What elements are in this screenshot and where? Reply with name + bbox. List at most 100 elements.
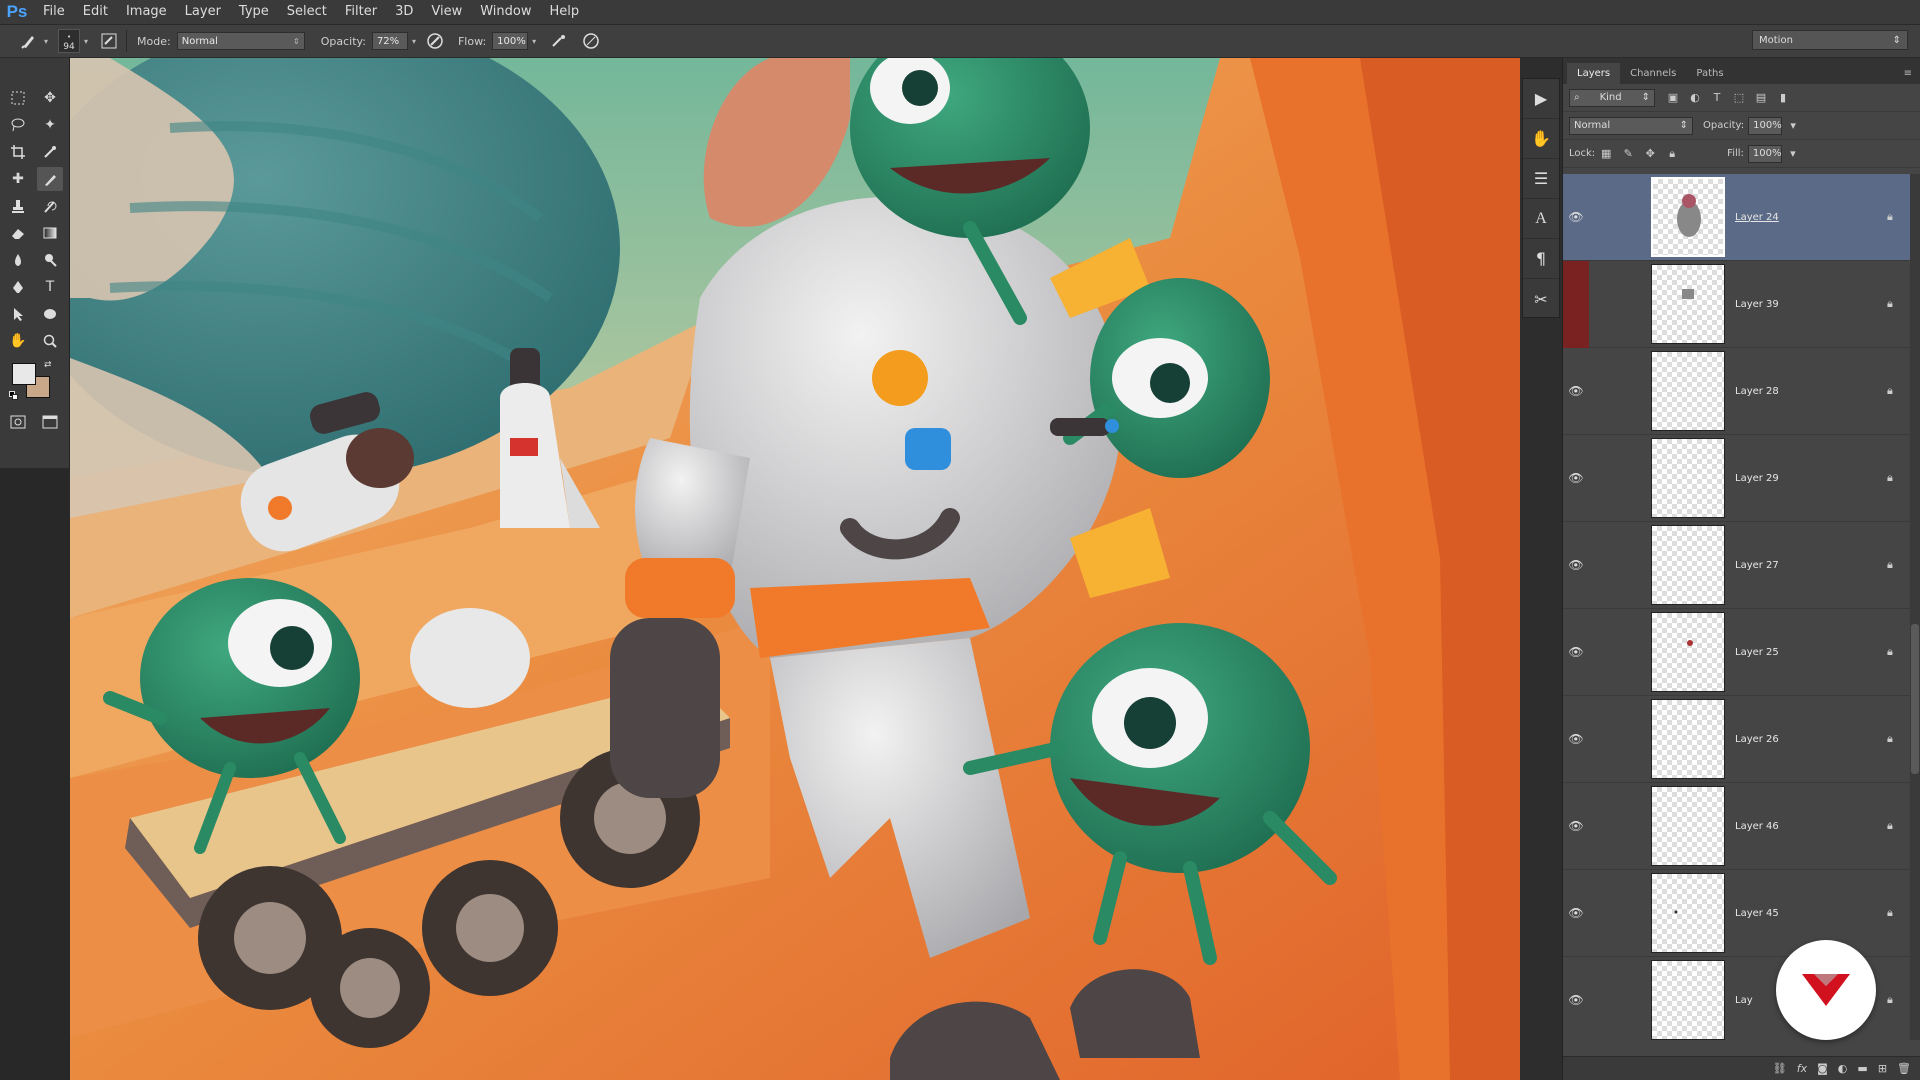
visibility-eye-icon[interactable]: 👁︎ bbox=[1563, 870, 1589, 957]
play-actions-icon[interactable]: ▶ bbox=[1523, 79, 1559, 119]
layer-name[interactable]: Layer 39 bbox=[1735, 299, 1887, 310]
visibility-eye-icon[interactable]: 👁︎ bbox=[1563, 348, 1589, 435]
brush-panel-toggle-icon[interactable] bbox=[98, 30, 120, 52]
layer-row[interactable]: 👁︎ Layer 26 🔒︎ bbox=[1563, 696, 1920, 783]
magic-wand-icon[interactable]: ✦ bbox=[37, 113, 63, 137]
eraser-icon[interactable] bbox=[5, 221, 31, 245]
preset-dropdown-icon[interactable]: ▾ bbox=[44, 37, 48, 46]
layer-name[interactable]: Layer 27 bbox=[1735, 560, 1887, 571]
blend-mode-select[interactable]: Normal ⇕ bbox=[1569, 116, 1693, 135]
layer-row[interactable]: 👁︎ Layer 28 🔒︎ bbox=[1563, 348, 1920, 435]
menu-window[interactable]: Window bbox=[471, 0, 540, 24]
swap-colors-icon[interactable]: ⇄ bbox=[44, 360, 52, 370]
pen-tool-icon[interactable] bbox=[5, 275, 31, 299]
workspace-switcher[interactable]: Motion ⇕ bbox=[1752, 30, 1908, 50]
adjustment-layer-icon[interactable]: ◐ bbox=[1838, 1062, 1848, 1075]
visibility-eye-icon[interactable]: 👁︎ bbox=[1563, 783, 1589, 870]
filter-adjustment-icon[interactable]: ◐ bbox=[1687, 90, 1703, 106]
clone-stamp-icon[interactable] bbox=[5, 194, 31, 218]
menu-type[interactable]: Type bbox=[230, 0, 278, 24]
chevron-down-icon[interactable]: ▾ bbox=[1785, 146, 1801, 162]
menu-view[interactable]: View bbox=[422, 0, 471, 24]
new-layer-icon[interactable]: ⊞ bbox=[1878, 1062, 1887, 1075]
layer-name[interactable]: Layer 28 bbox=[1735, 386, 1887, 397]
foreground-color-swatch[interactable] bbox=[12, 363, 36, 385]
zoom-tool-icon[interactable] bbox=[37, 329, 63, 353]
opacity-dropdown-icon[interactable]: ▾ bbox=[412, 37, 416, 46]
menu-layer[interactable]: Layer bbox=[176, 0, 230, 24]
layer-name[interactable]: Layer 24 bbox=[1735, 212, 1887, 223]
menu-help[interactable]: Help bbox=[541, 0, 589, 24]
visibility-eye-icon[interactable]: 👁︎ bbox=[1563, 174, 1589, 261]
visibility-eye-icon[interactable]: 👁︎ bbox=[1563, 957, 1589, 1041]
path-selection-icon[interactable] bbox=[5, 302, 31, 326]
filter-type-icon[interactable]: T bbox=[1709, 90, 1725, 106]
tab-channels[interactable]: Channels bbox=[1620, 63, 1686, 84]
layer-row[interactable]: 👁︎ Layer 46 🔒︎ bbox=[1563, 783, 1920, 870]
menu-file[interactable]: File bbox=[34, 0, 74, 24]
filter-smart-object-icon[interactable]: ▤ bbox=[1753, 90, 1769, 106]
blur-tool-icon[interactable] bbox=[5, 248, 31, 272]
character-panel-icon[interactable]: A bbox=[1523, 199, 1559, 239]
layer-name[interactable]: Layer 46 bbox=[1735, 821, 1887, 832]
layer-filter-select[interactable]: ⌕ Kind ⇕ bbox=[1569, 88, 1655, 107]
history-brush-icon[interactable] bbox=[37, 194, 63, 218]
menu-image[interactable]: Image bbox=[117, 0, 176, 24]
flow-field[interactable]: 100% bbox=[492, 32, 529, 50]
brush-size-picker[interactable]: • 94 bbox=[58, 29, 81, 53]
marquee-tool-icon[interactable] bbox=[5, 86, 31, 110]
layer-row[interactable]: 👁︎ Layer 27 🔒︎ bbox=[1563, 522, 1920, 609]
brush-tool-icon[interactable] bbox=[37, 167, 63, 191]
new-group-icon[interactable]: ▬ bbox=[1857, 1062, 1867, 1075]
eyedropper-icon[interactable] bbox=[37, 140, 63, 164]
layer-name[interactable]: Layer 25 bbox=[1735, 647, 1887, 658]
opacity-field[interactable]: 72% bbox=[371, 32, 408, 50]
hand-tool-icon[interactable]: ✋ bbox=[5, 329, 31, 353]
filter-pixel-icon[interactable]: ▣ bbox=[1665, 90, 1681, 106]
menu-filter[interactable]: Filter bbox=[336, 0, 386, 24]
add-mask-icon[interactable]: ◙ bbox=[1817, 1062, 1828, 1075]
dodge-tool-icon[interactable] bbox=[37, 248, 63, 272]
tool-presets-icon[interactable]: ✋ bbox=[1523, 119, 1559, 159]
pressure-size-icon[interactable] bbox=[580, 30, 602, 52]
default-colors-icon[interactable] bbox=[9, 391, 19, 401]
gradient-tool-icon[interactable] bbox=[37, 221, 63, 245]
screen-mode-icon[interactable] bbox=[37, 410, 63, 434]
fill-field[interactable]: 100% bbox=[1747, 144, 1782, 163]
lasso-tool-icon[interactable] bbox=[5, 113, 31, 137]
healing-brush-icon[interactable]: ✚ bbox=[5, 167, 31, 191]
lock-pixels-icon[interactable]: ✎ bbox=[1620, 146, 1636, 162]
quick-mask-icon[interactable] bbox=[5, 410, 31, 434]
menu-edit[interactable]: Edit bbox=[74, 0, 117, 24]
layer-style-icon[interactable]: fx bbox=[1797, 1062, 1807, 1075]
filter-shape-icon[interactable]: ⬚ bbox=[1731, 90, 1747, 106]
brush-tool-preset-icon[interactable] bbox=[18, 30, 40, 52]
scrollbar-thumb[interactable] bbox=[1911, 624, 1919, 774]
airbrush-icon[interactable] bbox=[548, 30, 570, 52]
visibility-eye-icon[interactable]: 👁︎ bbox=[1563, 522, 1589, 609]
layer-row[interactable]: 👁︎ Layer 24 🔒︎ bbox=[1563, 174, 1920, 261]
layer-name[interactable]: Layer 45 bbox=[1735, 908, 1887, 919]
layer-row[interactable]: 👁︎ Layer 29 🔒︎ bbox=[1563, 435, 1920, 522]
layer-row[interactable]: 👁︎ Layer 25 🔒︎ bbox=[1563, 609, 1920, 696]
type-tool-icon[interactable]: T bbox=[37, 275, 63, 299]
ellipse-tool-icon[interactable] bbox=[37, 302, 63, 326]
chevron-down-icon[interactable]: ▾ bbox=[1785, 118, 1801, 134]
lock-position-icon[interactable]: ✥ bbox=[1642, 146, 1658, 162]
flow-dropdown-icon[interactable]: ▾ bbox=[532, 37, 536, 46]
document-canvas[interactable] bbox=[70, 58, 1520, 1080]
brush-presets-icon[interactable]: ✂ bbox=[1523, 279, 1559, 319]
visibility-eye-icon[interactable]: 👁︎ bbox=[1563, 435, 1589, 522]
brush-size-dropdown-icon[interactable]: ▾ bbox=[84, 37, 88, 46]
tab-paths[interactable]: Paths bbox=[1686, 63, 1733, 84]
tab-layers[interactable]: Layers bbox=[1567, 63, 1621, 84]
lock-all-icon[interactable]: 🔒︎ bbox=[1664, 146, 1680, 162]
layer-row[interactable]: Layer 39 🔒︎ bbox=[1563, 260, 1920, 348]
layer-name[interactable]: Layer 26 bbox=[1735, 734, 1887, 745]
visibility-eye-icon[interactable]: 👁︎ bbox=[1563, 696, 1589, 783]
visibility-off-toggle[interactable] bbox=[1563, 260, 1589, 348]
menu-3d[interactable]: 3D bbox=[386, 0, 422, 24]
lock-transparency-icon[interactable]: ▦ bbox=[1598, 146, 1614, 162]
paragraph-panel-icon[interactable]: ¶ bbox=[1523, 239, 1559, 279]
move-tool-icon[interactable]: ✥ bbox=[37, 86, 63, 110]
